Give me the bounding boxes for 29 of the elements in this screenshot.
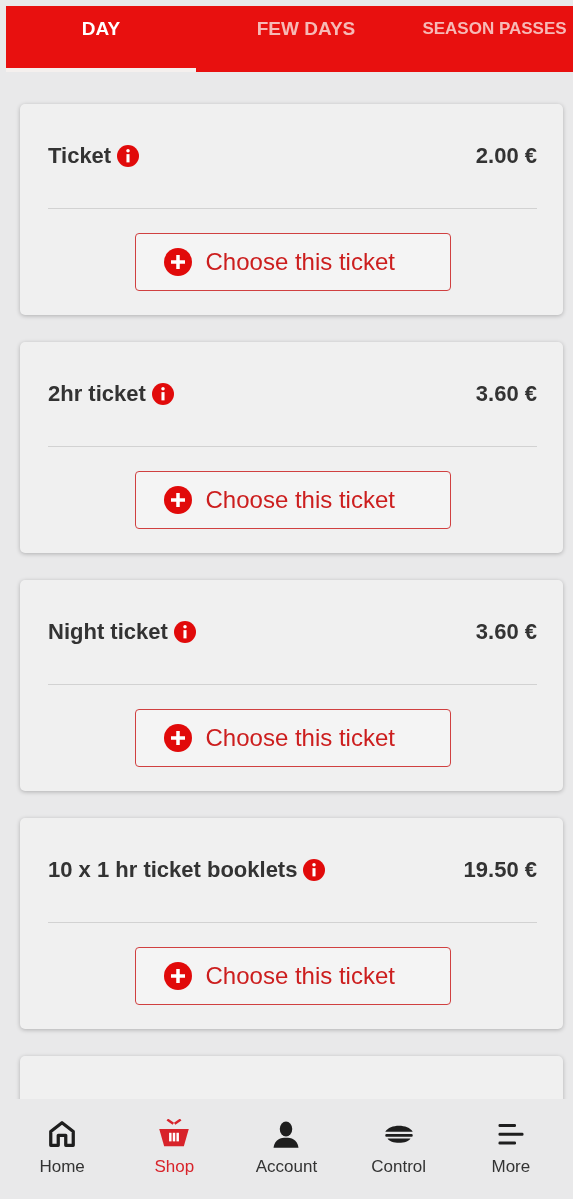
- plus-icon: [163, 962, 192, 990]
- info-icon[interactable]: [173, 621, 196, 643]
- nav-item[interactable]: More: [465, 1099, 556, 1199]
- nav-item[interactable]: Account: [241, 1099, 332, 1199]
- ticket-name: Night ticket: [48, 619, 168, 645]
- nav-item[interactable]: Home: [17, 1099, 108, 1199]
- ticket-price: 19.50 €: [463, 857, 537, 883]
- tab[interactable]: SEASON PASSES: [416, 6, 573, 72]
- info-icon[interactable]: [117, 145, 140, 167]
- basket-icon: [158, 1119, 191, 1149]
- ticket-name: Ticket: [48, 143, 112, 169]
- ticket-name: 2hr ticket: [48, 381, 146, 407]
- tab[interactable]: DAY: [6, 6, 196, 72]
- choose-ticket-button[interactable]: Choose this ticket: [134, 233, 451, 291]
- choose-ticket-button[interactable]: Choose this ticket: [134, 709, 451, 767]
- plus-icon: [163, 248, 192, 276]
- nav-item[interactable]: Control: [353, 1099, 444, 1199]
- ticket-price: 2.00 €: [475, 143, 537, 169]
- tab[interactable]: FEW DAYS: [196, 6, 416, 72]
- info-icon[interactable]: [303, 859, 326, 881]
- ticket-price: 3.60 €: [475, 381, 537, 407]
- ticket-price: 3.60 €: [475, 619, 537, 645]
- info-icon[interactable]: [151, 383, 174, 405]
- plus-icon: [163, 486, 192, 514]
- nav-item[interactable]: Shop: [129, 1099, 220, 1199]
- plus-icon: [163, 724, 192, 752]
- choose-ticket-button[interactable]: Choose this ticket: [134, 947, 451, 1005]
- ticket-name: 10 x 1 hr ticket booklets: [48, 857, 298, 883]
- choose-ticket-button[interactable]: Choose this ticket: [134, 471, 451, 529]
